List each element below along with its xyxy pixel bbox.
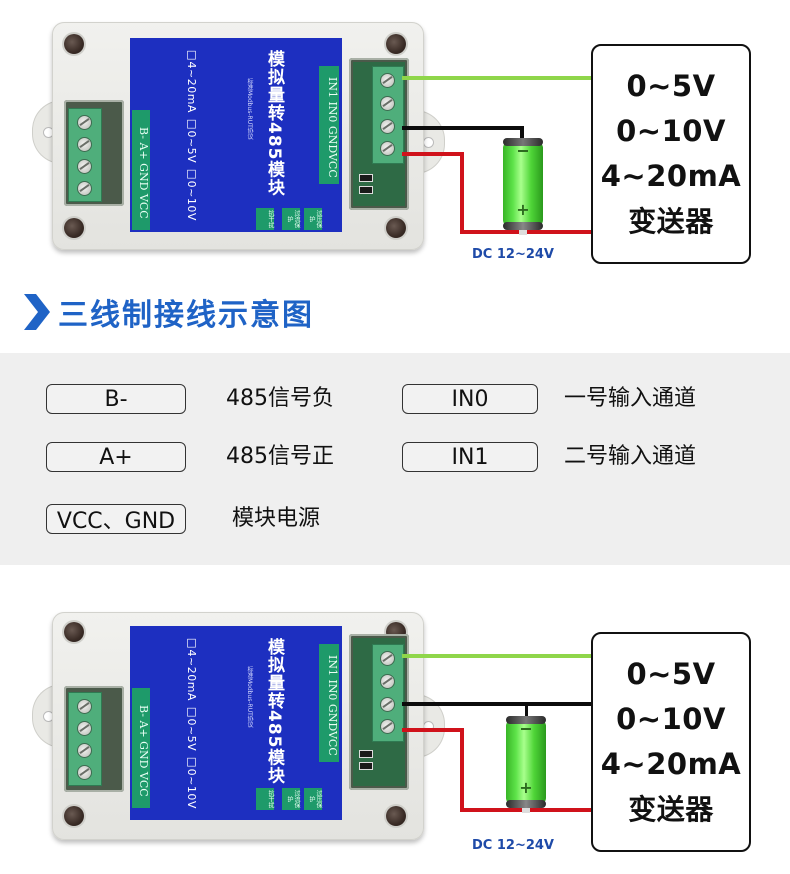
screw-icon <box>386 806 406 826</box>
section-heading: 三线制接线示意图 <box>24 292 314 333</box>
screw-icon <box>64 622 84 642</box>
pin-description: 485信号负 <box>226 386 334 411</box>
transmitter-range: 0~10V <box>616 114 726 148</box>
terminal-block-right <box>372 644 404 742</box>
terminal-screw-icon <box>380 697 395 712</box>
section-title: 三线制接线示意图 <box>58 298 314 333</box>
badge-anti-interference: 抗干扰 <box>256 208 274 230</box>
battery-icon: + <box>503 138 543 235</box>
module-ranges: □4~20mA □0~5V □0~10V <box>185 48 198 221</box>
battery-cap <box>503 138 543 146</box>
terminal-screw-icon <box>77 115 92 130</box>
module-title: 模拟量转485模块 <box>264 638 284 785</box>
pin-label-vcc-gnd: VCC、GND <box>46 504 186 534</box>
screw-icon <box>64 806 84 826</box>
module-subtitle: 标准Modbus-RUT协议 <box>246 666 253 728</box>
transmitter-box: 0~5V 0~10V 4~20mA 变送器 <box>591 632 751 852</box>
terminal-screw-icon <box>380 73 395 88</box>
badge-anti-interference: 抗干扰 <box>256 788 274 810</box>
battery-cap <box>506 800 546 808</box>
pin-label-in1: IN1 <box>402 442 538 472</box>
terminal-screw-icon <box>77 159 92 174</box>
chevron-right-icon <box>24 294 50 330</box>
smd-component <box>359 750 373 758</box>
transmitter-range: 0~5V <box>626 69 716 103</box>
wiring-diagram-top: 模拟量转485模块 标准Modbus-RUT协议 □4~20mA □0~5V □… <box>0 0 790 270</box>
plus-icon: + <box>516 200 530 219</box>
pin-description: 一号输入通道 <box>564 386 697 411</box>
smd-component <box>359 186 373 194</box>
transmitter-range: 4~20mA <box>600 747 742 781</box>
terminal-screw-icon <box>77 743 92 758</box>
terminal-screw-icon <box>380 119 395 134</box>
right-terminal-label: IN1 IN0 GNDVCC <box>319 644 339 762</box>
module-ranges: □4~20mA □0~5V □0~10V <box>185 636 198 809</box>
pin-label-b-minus: B- <box>46 384 186 414</box>
pin-label-in0: IN0 <box>402 384 538 414</box>
module-label-plate <box>130 38 342 232</box>
terminal-block-left <box>68 108 102 202</box>
pin-legend: B- 485信号负 A+ 485信号正 VCC、GND 模块电源 IN0 一号输… <box>0 353 790 565</box>
pin-label-a-plus: A+ <box>46 442 186 472</box>
smd-component <box>359 174 373 182</box>
wire-red-vcc <box>402 728 464 732</box>
left-terminal-label: B- A+ GND VCC <box>132 110 150 230</box>
left-terminal-label: B- A+ GND VCC <box>132 688 150 808</box>
power-label: DC 12~24V <box>472 247 554 262</box>
pin-description: 模块电源 <box>232 506 321 531</box>
transmitter-range: 0~10V <box>616 702 726 736</box>
mount-hole <box>423 137 434 148</box>
terminal-block-right <box>372 66 404 164</box>
module-title: 模拟量转485模块 <box>264 50 284 197</box>
badge-overvoltage: 过压保护 <box>304 208 322 230</box>
battery-terminal <box>522 808 530 813</box>
terminal-screw-icon <box>380 96 395 111</box>
pin-description: 二号输入通道 <box>564 444 697 469</box>
screw-icon <box>386 34 406 54</box>
wire-green-signal <box>402 76 592 80</box>
battery-cap <box>506 716 546 724</box>
terminal-screw-icon <box>77 137 92 152</box>
plus-icon: + <box>519 778 533 797</box>
right-terminal-label: IN1 IN0 GNDVCC <box>319 66 339 184</box>
badge-overcurrent: 过流保护 <box>282 788 300 810</box>
terminal-screw-icon <box>77 699 92 714</box>
badge-overcurrent: 过流保护 <box>282 208 300 230</box>
wire-black-gnd <box>402 702 592 706</box>
terminal-screw-icon <box>77 765 92 780</box>
wire-red-vcc-drop <box>460 728 464 810</box>
terminal-screw-icon <box>380 674 395 689</box>
screw-icon <box>64 218 84 238</box>
smd-component <box>359 762 373 770</box>
wire-black-gnd <box>402 126 524 130</box>
wiring-diagram-bottom: 模拟量转485模块 标准Modbus-RUT协议 □4~20mA □0~5V □… <box>0 588 790 858</box>
terminal-screw-icon <box>380 141 395 156</box>
minus-icon <box>521 728 531 730</box>
terminal-screw-icon <box>77 721 92 736</box>
wire-red-vcc-drop <box>460 152 464 232</box>
screw-icon <box>64 34 84 54</box>
battery-cap <box>503 222 543 230</box>
transmitter-range: 0~5V <box>626 657 716 691</box>
badge-overvoltage: 过压保护 <box>304 788 322 810</box>
wire-red-vcc <box>402 152 464 156</box>
terminal-screw-icon <box>77 181 92 196</box>
screw-icon <box>386 218 406 238</box>
pin-description: 485信号正 <box>226 444 334 469</box>
transmitter-label: 变送器 <box>628 793 714 826</box>
transmitter-label: 变送器 <box>628 205 714 238</box>
power-label: DC 12~24V <box>472 838 554 853</box>
battery-icon: + <box>506 716 546 813</box>
transmitter-box: 0~5V 0~10V 4~20mA 变送器 <box>591 44 751 264</box>
battery-terminal <box>519 230 527 235</box>
terminal-block-left <box>68 692 102 786</box>
module-subtitle: 标准Modbus-RUT协议 <box>246 78 253 140</box>
transmitter-range: 4~20mA <box>600 159 742 193</box>
minus-icon <box>518 150 528 152</box>
wire-green-signal <box>402 654 592 658</box>
terminal-screw-icon <box>380 651 395 666</box>
terminal-screw-icon <box>380 719 395 734</box>
